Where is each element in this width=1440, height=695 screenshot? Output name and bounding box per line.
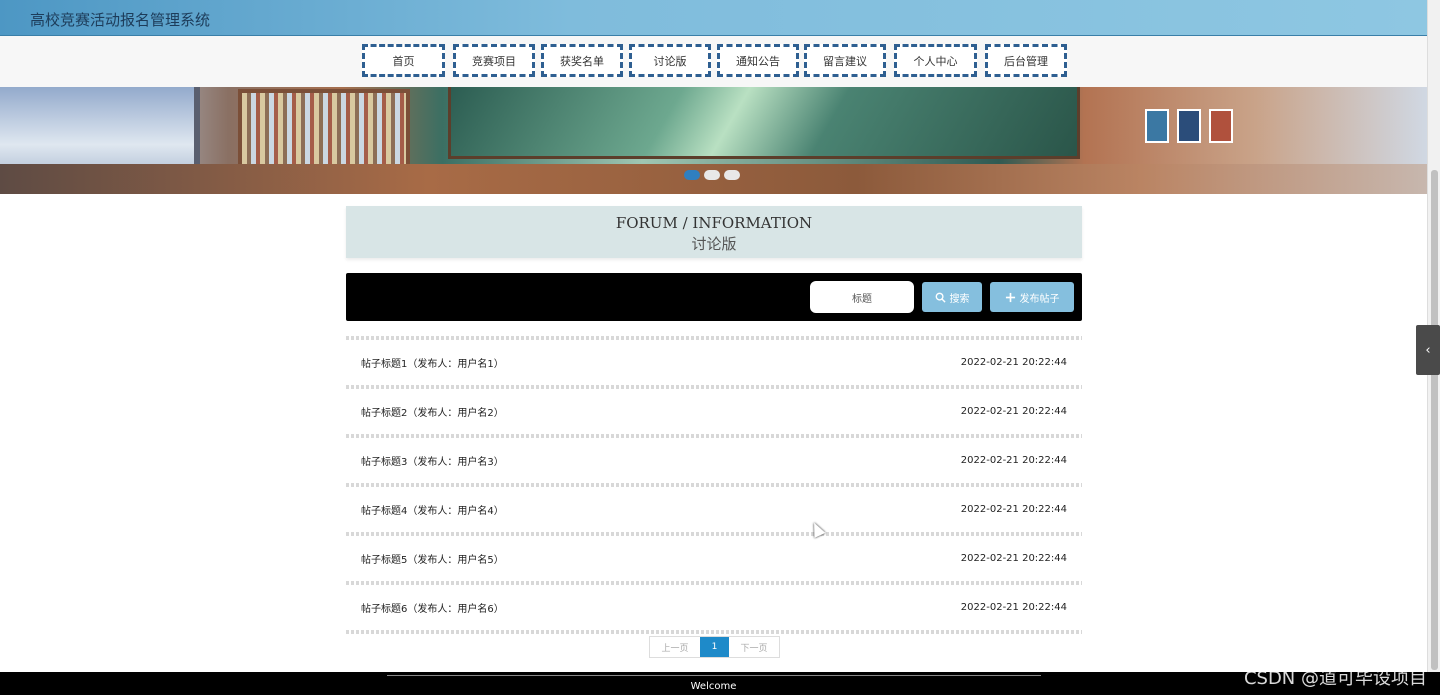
- post-time: 2022-02-21 20:22:44: [960, 504, 1067, 515]
- nav-item-home[interactable]: 首页: [362, 44, 445, 77]
- post-time: 2022-02-21 20:22:44: [960, 455, 1067, 466]
- section-title-cn: 讨论版: [691, 235, 737, 253]
- post-time: 2022-02-21 20:22:44: [960, 602, 1067, 613]
- post-row[interactable]: 帖子标题1（发布人：用户名1） 2022-02-21 20:22:44: [346, 340, 1082, 385]
- carousel-dot[interactable]: [684, 170, 700, 180]
- footer: Welcome: [0, 672, 1440, 695]
- post-row[interactable]: 帖子标题2（发布人：用户名2） 2022-02-21 20:22:44: [346, 389, 1082, 434]
- post-row[interactable]: 帖子标题4（发布人：用户名4） 2022-02-21 20:22:44: [346, 487, 1082, 532]
- banner-chalkboard-art: [448, 87, 1080, 159]
- nav-item-notices[interactable]: 通知公告: [717, 44, 799, 77]
- carousel-dot[interactable]: [724, 170, 740, 180]
- post-time: 2022-02-21 20:22:44: [960, 406, 1067, 417]
- app-title: 高校竞赛活动报名管理系统: [30, 11, 211, 29]
- post-title[interactable]: 帖子标题6（发布人：用户名6）: [361, 600, 504, 615]
- nav-item-admin[interactable]: 后台管理: [985, 44, 1067, 77]
- post-title[interactable]: 帖子标题1（发布人：用户名1）: [361, 355, 504, 370]
- app-header: 高校竞赛活动报名管理系统: [0, 0, 1427, 36]
- pagination: 上一页 1 下一页: [649, 636, 780, 658]
- post-time: 2022-02-21 20:22:44: [960, 553, 1067, 564]
- post-row[interactable]: 帖子标题3（发布人：用户名3） 2022-02-21 20:22:44: [346, 438, 1082, 483]
- post-title[interactable]: 帖子标题2（发布人：用户名2）: [361, 404, 504, 419]
- post-list: 帖子标题1（发布人：用户名1） 2022-02-21 20:22:44 帖子标题2…: [346, 336, 1082, 634]
- main-nav: 首页 竞赛项目 获奖名单 讨论版 通知公告 留言建议 个人中心 后台管理: [0, 36, 1427, 87]
- footer-welcome: Welcome: [690, 681, 737, 692]
- section-header: FORUM / INFORMATION 讨论版: [346, 206, 1082, 258]
- carousel-dots: [684, 170, 740, 180]
- plus-icon: [1005, 292, 1015, 302]
- post-title[interactable]: 帖子标题3（发布人：用户名3）: [361, 453, 504, 468]
- post-title[interactable]: 帖子标题5（发布人：用户名5）: [361, 551, 504, 566]
- publish-post-button[interactable]: 发布帖子: [990, 282, 1074, 312]
- publish-post-label: 发布帖子: [1019, 293, 1060, 305]
- prev-page-button[interactable]: 上一页: [650, 637, 700, 657]
- post-row[interactable]: 帖子标题6（发布人：用户名6） 2022-02-21 20:22:44: [346, 585, 1082, 630]
- divider: [346, 630, 1082, 634]
- next-page-button[interactable]: 下一页: [729, 637, 779, 657]
- post-time: 2022-02-21 20:22:44: [960, 357, 1067, 368]
- page-number-current[interactable]: 1: [700, 637, 729, 657]
- search-button[interactable]: 搜索: [922, 282, 982, 312]
- scrollbar-thumb[interactable]: [1431, 170, 1438, 670]
- watermark: CSDN @道可毕设项目: [1243, 668, 1427, 689]
- search-button-label: 搜索: [949, 293, 970, 305]
- post-title[interactable]: 帖子标题4（发布人：用户名4）: [361, 502, 504, 517]
- footer-divider: [387, 675, 1041, 676]
- post-row[interactable]: 帖子标题5（发布人：用户名5） 2022-02-21 20:22:44: [346, 536, 1082, 581]
- nav-item-winners[interactable]: 获奖名单: [541, 44, 623, 77]
- section-title-en: FORUM / INFORMATION: [615, 214, 813, 232]
- search-bar: 标题 搜索 发布帖子: [346, 273, 1082, 321]
- side-collapse-tab[interactable]: ‹: [1416, 325, 1440, 375]
- nav-item-forum[interactable]: 讨论版: [629, 44, 711, 77]
- chevron-left-icon: ‹: [1425, 342, 1431, 358]
- nav-item-competitions[interactable]: 竞赛项目: [453, 44, 535, 77]
- title-search-input[interactable]: 标题: [810, 281, 914, 313]
- carousel-dot[interactable]: [704, 170, 720, 180]
- search-icon: [935, 292, 946, 303]
- nav-item-feedback[interactable]: 留言建议: [804, 44, 886, 77]
- nav-item-profile[interactable]: 个人中心: [894, 44, 977, 77]
